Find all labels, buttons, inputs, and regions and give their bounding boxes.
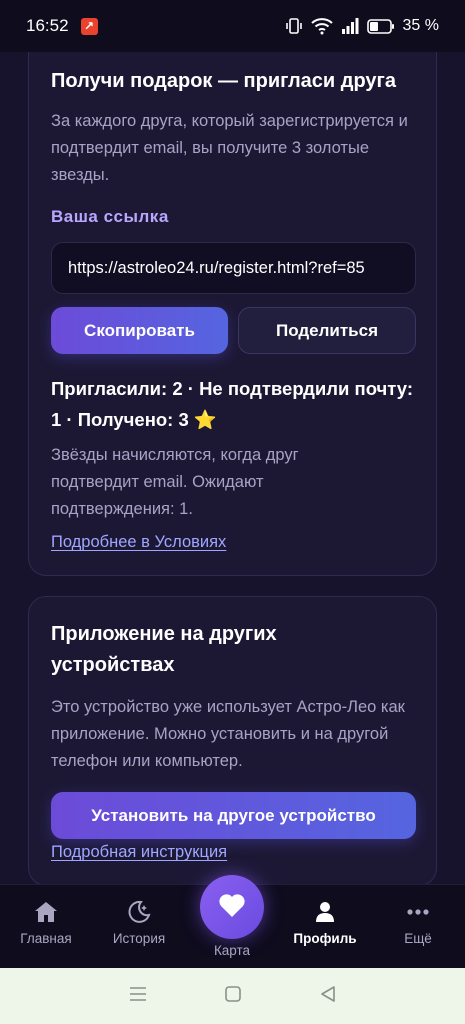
home-icon <box>34 899 58 925</box>
back-button[interactable] <box>320 985 336 1007</box>
nav-item-home[interactable]: Главная <box>6 899 86 946</box>
nav-label-profile: Профиль <box>293 931 357 946</box>
instructions-link[interactable]: Подробная инструкция <box>51 843 227 862</box>
system-nav-bar <box>0 968 465 1024</box>
referral-description: За каждого друга, который зарегистрирует… <box>51 112 408 184</box>
main-content[interactable]: Получи подарок — пригласи друга За каждо… <box>0 52 465 884</box>
referral-note: Звёзды начисляются, когда друг подтверди… <box>51 446 299 518</box>
status-bar: 16:52 ↗ 35 % <box>0 0 465 52</box>
other-devices-card: Приложение на других устройствах Это уст… <box>28 596 437 884</box>
app-notification-icon: ↗ <box>80 17 98 35</box>
install-button[interactable]: Установить на другое устройство <box>51 792 416 839</box>
referral-card: Получи подарок — пригласи друга За каждо… <box>28 52 437 576</box>
nav-item-history[interactable]: История <box>99 899 179 946</box>
battery-percent: 35 % <box>402 17 439 34</box>
heart-icon <box>218 892 246 923</box>
person-icon <box>315 899 335 925</box>
home-system-button[interactable] <box>225 985 242 1007</box>
nav-label-history: История <box>112 931 166 946</box>
referral-stats-text: Пригласили: 2 · Не подтвердили почту: 1 … <box>51 378 414 430</box>
recents-icon <box>129 986 147 1007</box>
recents-button[interactable] <box>129 986 147 1007</box>
status-time: 16:52 <box>26 16 69 35</box>
nav-item-map[interactable] <box>200 875 264 939</box>
nav-item-more[interactable]: Ещё <box>378 899 458 946</box>
other-devices-title: Приложение на других устройствах <box>51 623 277 676</box>
nav-item-profile[interactable]: Профиль <box>285 899 365 946</box>
share-button[interactable]: Поделиться <box>238 307 416 354</box>
more-dots-icon <box>406 899 430 925</box>
nav-label-more: Ещё <box>404 931 432 946</box>
wifi-icon <box>310 17 333 35</box>
other-devices-description: Это устройство уже использует Астро-Лео … <box>51 698 405 770</box>
bottom-nav: Главная История Карта Профиль Ещё <box>0 875 465 968</box>
battery-icon <box>366 18 395 34</box>
nav-label-map: Карта <box>213 943 251 958</box>
terms-link[interactable]: Подробнее в Условиях <box>51 533 226 552</box>
nav-label-home: Главная <box>20 931 72 946</box>
referral-stats: Пригласили: 2 · Не подтвердили почту: 1 … <box>51 373 416 435</box>
referral-link-input[interactable] <box>51 242 416 294</box>
vibrate-icon <box>285 17 303 35</box>
referral-link-label: Ваша ссылка <box>51 207 169 226</box>
copy-button[interactable]: Скопировать <box>51 307 228 354</box>
moon-stars-icon <box>126 899 152 925</box>
status-right: 35 % <box>285 17 439 35</box>
signal-icon <box>341 18 359 34</box>
back-triangle-icon <box>320 985 336 1007</box>
referral-title: Получи подарок — пригласи друга <box>51 70 396 92</box>
status-left: 16:52 ↗ <box>26 16 98 36</box>
gold-star-icon: ⭐ <box>193 409 217 430</box>
home-square-icon <box>225 985 242 1007</box>
